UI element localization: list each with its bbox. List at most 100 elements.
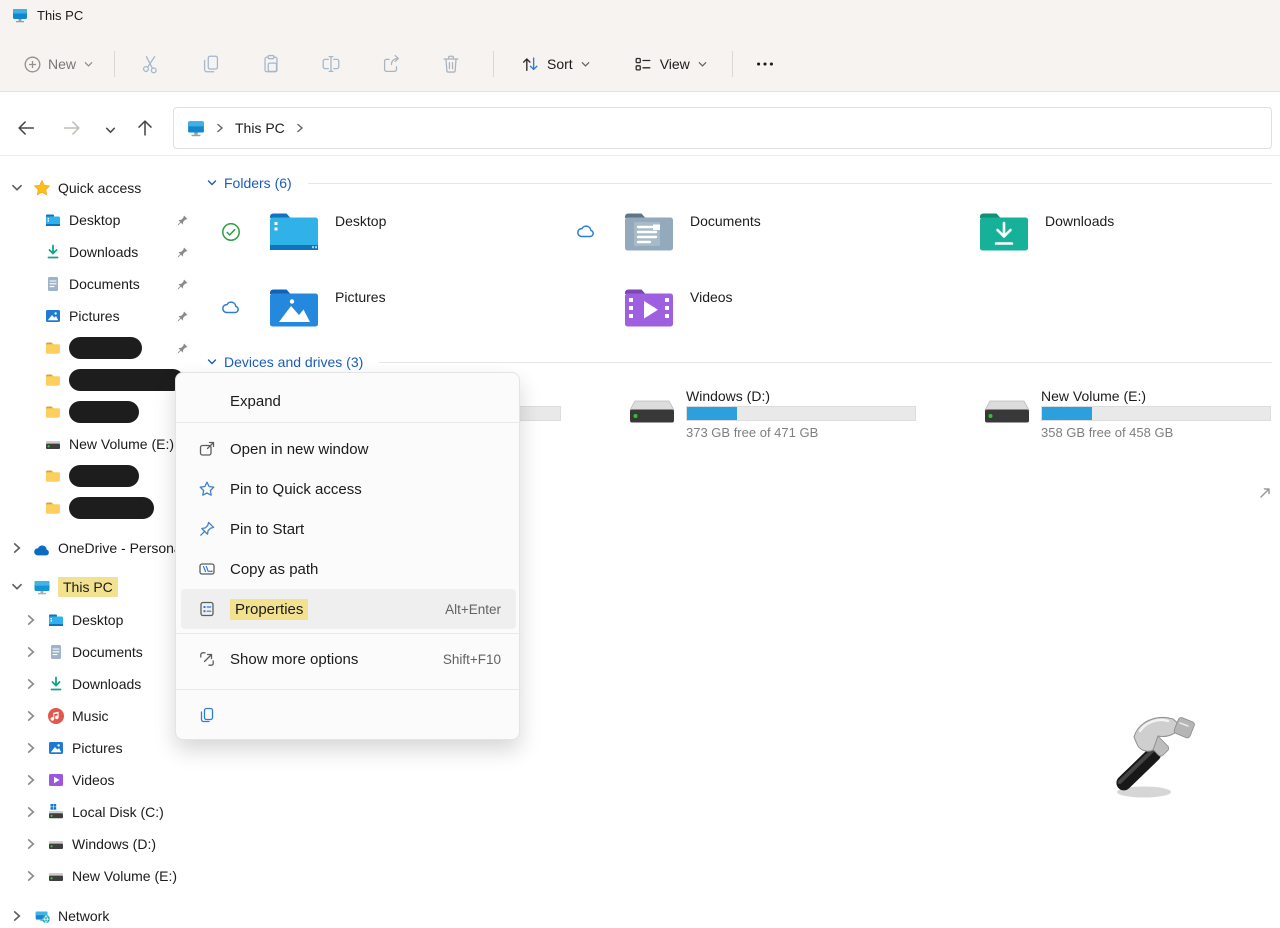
sidebar-item-this-pc-new-volume-e[interactable]: New Volume (E:) — [0, 861, 196, 891]
music-icon — [47, 707, 65, 725]
chevron-down-icon — [10, 181, 24, 195]
new-button[interactable]: New — [14, 50, 104, 79]
menu-item-open-in-new-window[interactable]: Open in new window — [176, 429, 521, 469]
sidebar-item-redacted[interactable] — [0, 365, 196, 395]
menu-separator — [176, 633, 521, 634]
drive-free-space: 358 GB free of 458 GB — [1041, 425, 1173, 440]
drive-tile-windows-d[interactable]: Windows (D:) 373 GB free of 471 GB — [628, 388, 918, 442]
tile-label: Desktop — [335, 213, 386, 229]
sidebar-item-label: Pictures — [72, 740, 123, 756]
sidebar-item-label: Videos — [72, 772, 115, 788]
sidebar-item-this-pc-music[interactable]: Music — [0, 701, 196, 731]
rename-button[interactable] — [319, 52, 343, 76]
drive-name: Windows (D:) — [686, 388, 770, 404]
pin-icon — [176, 310, 189, 323]
cut-icon — [140, 53, 162, 75]
sidebar-item-documents[interactable]: Documents — [0, 269, 196, 299]
section-divider — [379, 362, 1272, 363]
drive-icon — [628, 396, 676, 428]
sidebar-item-label: Local Disk (C:) — [72, 804, 164, 820]
desktop-folder-icon — [267, 208, 321, 256]
tile-documents[interactable]: Documents — [576, 208, 906, 260]
chevron-right-icon — [24, 613, 38, 627]
redacted-label — [69, 337, 142, 359]
menu-item-show-more-options[interactable]: Show more options Shift+F10 — [176, 639, 521, 679]
sort-button[interactable]: Sort — [510, 48, 601, 80]
tile-label: Videos — [690, 289, 733, 305]
copy-button[interactable] — [199, 52, 223, 76]
sidebar-item-label: Downloads — [72, 676, 141, 692]
sidebar-item-onedrive[interactable]: OneDrive - Personal — [0, 533, 196, 563]
breadcrumb-this-pc[interactable]: This PC — [235, 120, 285, 136]
drive-icon — [47, 867, 65, 885]
sidebar-item-redacted[interactable] — [0, 461, 196, 491]
tile-downloads[interactable]: Downloads — [931, 208, 1261, 260]
command-toolbar: New Sort View — [0, 40, 1280, 88]
menu-item-pin-to-quick-access[interactable]: Pin to Quick access — [176, 469, 521, 509]
menu-separator — [176, 689, 521, 690]
more-options-button[interactable] — [753, 52, 777, 76]
tile-desktop[interactable]: Desktop — [221, 208, 551, 260]
downloads-icon — [47, 675, 65, 693]
drive-capacity-bar — [1041, 406, 1271, 421]
sidebar-item-this-pc-documents[interactable]: Documents — [0, 637, 196, 667]
menu-item-expand[interactable]: Expand — [176, 381, 521, 421]
sidebar-item-this-pc[interactable]: This PC — [0, 572, 196, 602]
sidebar-item-label: Documents — [72, 644, 143, 660]
menu-item-label: Show more options — [230, 651, 358, 668]
tile-videos[interactable]: Videos — [576, 284, 906, 336]
recent-locations-button[interactable] — [98, 118, 122, 142]
paste-button[interactable] — [259, 52, 283, 76]
sidebar-item-this-pc-videos[interactable]: Videos — [0, 765, 196, 795]
view-button-label: View — [660, 56, 690, 72]
desktop-folder-icon — [44, 211, 62, 229]
share-button[interactable] — [379, 52, 403, 76]
sidebar-item-new-volume-e[interactable]: New Volume (E:) — [0, 429, 196, 459]
forward-button[interactable] — [60, 116, 84, 140]
view-button[interactable]: View — [623, 48, 718, 80]
sidebar-item-this-pc-windows-d[interactable]: Windows (D:) — [0, 829, 196, 859]
up-button[interactable] — [133, 116, 157, 140]
menu-item-label: Expand — [230, 393, 281, 410]
folder-icon — [44, 371, 62, 389]
this-pc-monitor-icon — [12, 7, 28, 23]
cut-button[interactable] — [139, 52, 163, 76]
tile-pictures[interactable]: Pictures — [221, 284, 551, 336]
network-icon — [33, 907, 51, 925]
pin-icon — [176, 278, 189, 291]
section-devices-and-drives[interactable]: Devices and drives (3) — [206, 354, 1272, 370]
sidebar-item-network[interactable]: Network — [0, 901, 196, 928]
redacted-label — [69, 497, 154, 519]
drive-tile-new-volume-e[interactable]: New Volume (E:) 358 GB free of 458 GB — [983, 388, 1273, 442]
pin-icon — [176, 342, 189, 355]
sidebar-item-redacted[interactable] — [0, 493, 196, 523]
sidebar-item-this-pc-downloads-selected[interactable]: Downloads — [0, 669, 196, 699]
sidebar-item-redacted[interactable] — [0, 333, 196, 363]
share-icon — [380, 53, 402, 75]
tile-label: Downloads — [1045, 213, 1114, 229]
sidebar-item-label-highlighted: This PC — [58, 577, 118, 597]
sidebar-quick-access[interactable]: Quick access — [0, 173, 196, 203]
chevron-down-icon — [580, 59, 591, 70]
sidebar-item-redacted[interactable] — [0, 397, 196, 427]
this-pc-monitor-icon — [187, 119, 205, 137]
address-bar[interactable]: This PC — [173, 107, 1272, 149]
drive-free-space: 373 GB free of 471 GB — [686, 425, 818, 440]
delete-button[interactable] — [439, 52, 463, 76]
file-explorer-window: This PC New Sort — [0, 0, 1280, 928]
sidebar-item-this-pc-pictures[interactable]: Pictures — [0, 733, 196, 763]
sidebar-item-this-pc-desktop[interactable]: Desktop — [0, 605, 196, 635]
sidebar-item-pictures[interactable]: Pictures — [0, 301, 196, 331]
section-folders[interactable]: Folders (6) — [206, 175, 1272, 191]
back-button[interactable] — [14, 116, 38, 140]
sort-icon — [520, 54, 540, 74]
sidebar-item-label: New Volume (E:) — [72, 868, 177, 884]
cloud-status-icon — [576, 222, 596, 242]
menu-item-copy-as-path[interactable]: Copy as path — [176, 549, 521, 589]
pin-icon — [176, 246, 189, 259]
menu-item-pin-to-start[interactable]: Pin to Start — [176, 509, 521, 549]
sidebar-item-this-pc-local-disk-c[interactable]: Local Disk (C:) — [0, 797, 196, 827]
sidebar-item-desktop[interactable]: Desktop — [0, 205, 196, 235]
menu-item-properties[interactable]: Properties Alt+Enter — [176, 589, 521, 629]
sidebar-item-downloads[interactable]: Downloads — [0, 237, 196, 267]
